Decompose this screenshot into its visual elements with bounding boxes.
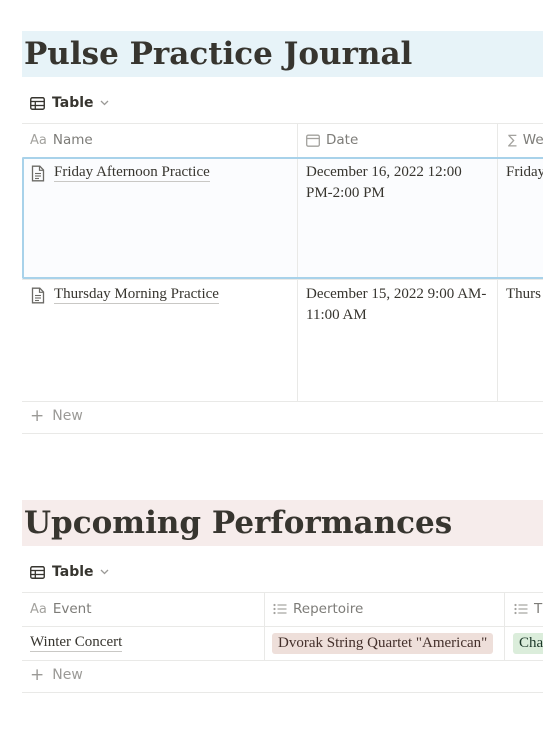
row-weekday[interactable]: Thurs: [506, 284, 543, 305]
column-header-label: Repertoire: [293, 601, 364, 617]
column-divider: [504, 592, 505, 660]
table-row-event[interactable]: Winter Concert: [30, 634, 260, 652]
divider: [22, 692, 543, 693]
row-date[interactable]: December 16, 2022 12:00 PM-2:00 PM: [306, 162, 492, 204]
row-title[interactable]: Thursday Morning Practice: [54, 286, 219, 304]
column-header-third[interactable]: T: [514, 592, 543, 626]
page-icon: [31, 287, 45, 304]
column-header-weekday[interactable]: ∑ We: [508, 123, 543, 157]
new-row-label: New: [52, 667, 83, 683]
performances-view-tab[interactable]: Table: [30, 561, 109, 583]
column-header-label: Name: [52, 132, 93, 148]
table-row-name[interactable]: Friday Afternoon Practice: [31, 164, 293, 182]
list-icon: [514, 603, 528, 615]
view-tab-label: Table: [52, 564, 94, 580]
column-divider: [297, 159, 298, 277]
column-header-repertoire[interactable]: Repertoire: [273, 592, 501, 626]
row-title[interactable]: Friday Afternoon Practice: [54, 164, 210, 182]
performances-title[interactable]: Upcoming Performances: [22, 500, 543, 546]
column-header-label: Event: [52, 601, 92, 617]
new-row-button[interactable]: + New: [30, 665, 83, 685]
journal-view-tab[interactable]: Table: [30, 92, 109, 114]
divider: [22, 433, 543, 434]
text-aa-icon: Aa: [30, 601, 47, 617]
divider: [22, 626, 543, 627]
category-tag[interactable]: Cha: [513, 633, 543, 654]
column-header-name[interactable]: Aa Name: [30, 123, 295, 157]
calendar-icon: [306, 134, 320, 147]
row-weekday[interactable]: Friday: [506, 162, 543, 183]
column-divider: [497, 159, 498, 277]
row-title[interactable]: Winter Concert: [30, 634, 123, 652]
text-aa-icon: Aa: [30, 132, 47, 148]
column-header-event[interactable]: Aa Event: [30, 592, 260, 626]
plus-icon: +: [30, 405, 45, 426]
new-row-button[interactable]: + New: [30, 406, 83, 426]
plus-icon: +: [30, 664, 45, 685]
column-header-label: Date: [326, 132, 359, 148]
divider: [22, 401, 543, 402]
divider: [22, 660, 543, 661]
column-header-label: T: [534, 601, 543, 617]
row-date[interactable]: December 15, 2022 9:00 AM-11:00 AM: [306, 284, 492, 326]
column-header-date[interactable]: Date: [306, 123, 496, 157]
table-row-name[interactable]: Thursday Morning Practice: [31, 286, 293, 304]
sigma-icon: ∑: [508, 132, 517, 148]
list-icon: [273, 603, 287, 615]
table-icon: [30, 565, 45, 579]
column-header-label: We: [522, 132, 543, 148]
chevron-down-icon[interactable]: [100, 569, 109, 575]
page-icon: [31, 165, 45, 182]
chevron-down-icon[interactable]: [100, 100, 109, 106]
column-divider: [264, 592, 265, 660]
journal-title[interactable]: Pulse Practice Journal: [22, 31, 543, 77]
table-icon: [30, 96, 45, 110]
view-tab-label: Table: [52, 95, 94, 111]
divider: [22, 279, 543, 280]
new-row-label: New: [52, 408, 83, 424]
repertoire-tag[interactable]: Dvorak String Quartet "American": [272, 633, 494, 654]
